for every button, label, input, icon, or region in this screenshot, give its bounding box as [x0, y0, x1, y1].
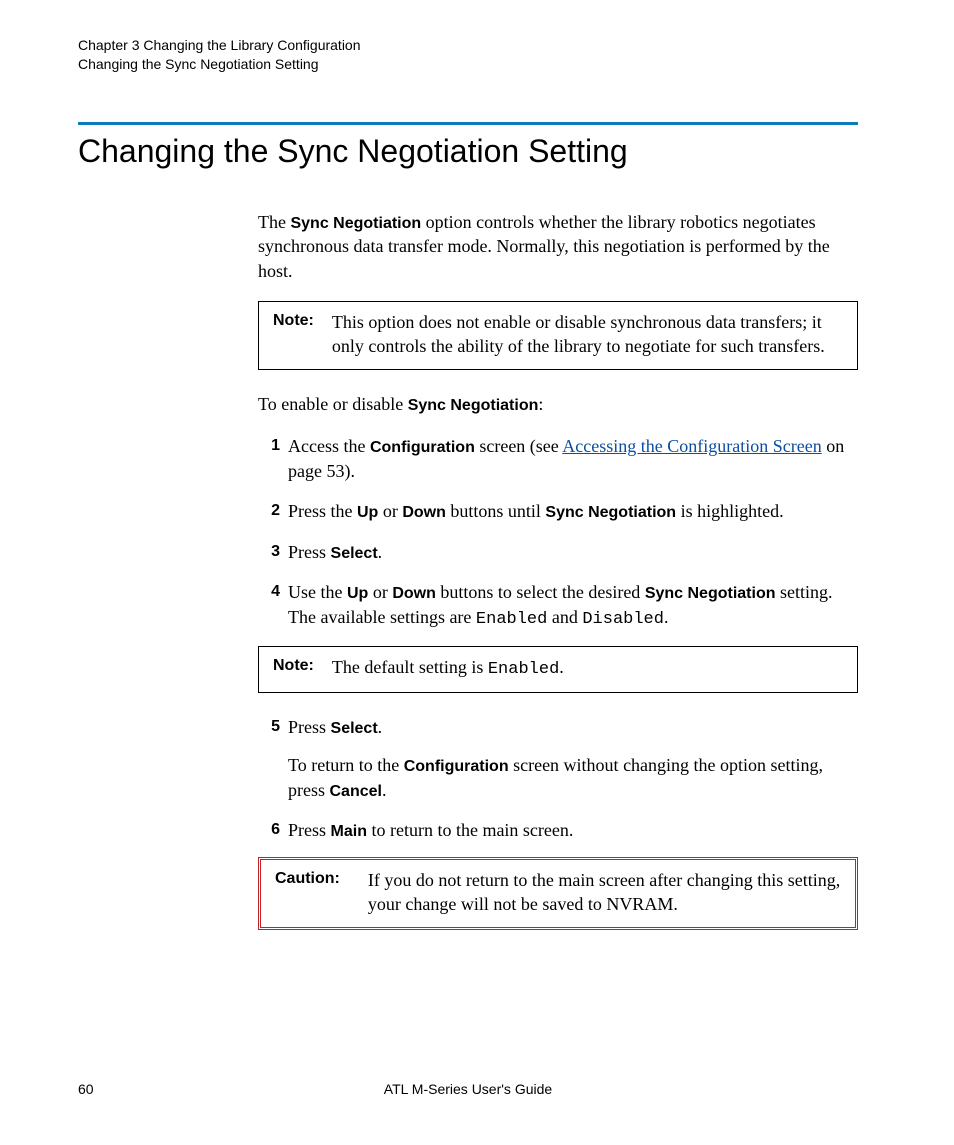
text: To enable or disable: [258, 394, 408, 414]
text: :: [538, 394, 543, 414]
text: Press: [288, 717, 331, 737]
text: Press: [288, 542, 331, 562]
step-1: 1 Access the Configuration screen (see A…: [258, 434, 858, 483]
running-header: Chapter 3 Changing the Library Configura…: [78, 36, 858, 74]
button-up: Up: [347, 585, 368, 602]
step-number: 1: [258, 435, 280, 457]
value-enabled: Enabled: [488, 660, 559, 679]
page-number: 60: [78, 1081, 94, 1097]
text: to return to the main screen.: [367, 820, 573, 840]
step-number: 5: [258, 716, 280, 738]
text: screen (see: [475, 436, 562, 456]
note-box: Note: The default setting is Enabled.: [258, 646, 858, 693]
button-up: Up: [357, 504, 378, 521]
text: or: [368, 582, 392, 602]
term-configuration: Configuration: [404, 758, 509, 775]
header-section: Changing the Sync Negotiation Setting: [78, 55, 858, 74]
step-list: 1 Access the Configuration screen (see A…: [258, 434, 858, 930]
note-box: Note: This option does not enable or dis…: [258, 301, 858, 370]
page-footer: 60 ATL M-Series User's Guide: [78, 1081, 858, 1097]
text: Press: [288, 820, 331, 840]
text: .: [378, 542, 383, 562]
value-enabled: Enabled: [476, 610, 547, 629]
note-label: Note:: [273, 655, 332, 677]
step-number: 4: [258, 581, 280, 603]
button-select: Select: [331, 545, 378, 562]
term-configuration: Configuration: [370, 439, 475, 456]
step-2: 2 Press the Up or Down buttons until Syn…: [258, 499, 858, 524]
section-rule: [78, 122, 858, 125]
value-disabled: Disabled: [582, 610, 664, 629]
note-label: Note:: [273, 310, 332, 332]
body: The Sync Negotiation option controls whe…: [258, 210, 858, 930]
text: .: [382, 780, 387, 800]
lead-in: To enable or disable Sync Negotiation:: [258, 392, 858, 417]
term-sync-negotiation: Sync Negotiation: [645, 585, 776, 602]
step-5: 5 Press Select. To return to the Configu…: [258, 715, 858, 803]
header-chapter: Chapter 3 Changing the Library Configura…: [78, 36, 858, 55]
caution-label: Caution:: [275, 868, 368, 890]
step-6: 6 Press Main to return to the main scree…: [258, 818, 858, 929]
text: buttons until: [446, 501, 546, 521]
step-5-extra: To return to the Configuration screen wi…: [288, 753, 858, 802]
caution-box: Caution: If you do not return to the mai…: [258, 857, 858, 930]
note-text: This option does not enable or disable s…: [332, 310, 843, 359]
step-number: 6: [258, 819, 280, 841]
text: Access the: [288, 436, 370, 456]
term-sync-negotiation: Sync Negotiation: [408, 397, 539, 414]
page: Chapter 3 Changing the Library Configura…: [0, 0, 954, 1145]
link-accessing-config-screen[interactable]: Accessing the Configuration Screen: [562, 436, 821, 456]
text: The: [258, 212, 290, 232]
text: To return to the: [288, 755, 404, 775]
text: and: [547, 607, 582, 627]
step-number: 2: [258, 500, 280, 522]
footer-title: ATL M-Series User's Guide: [78, 1081, 858, 1097]
term-sync-negotiation: Sync Negotiation: [545, 504, 676, 521]
section-title: Changing the Sync Negotiation Setting: [78, 133, 858, 170]
button-cancel: Cancel: [330, 783, 382, 800]
text: buttons to select the desired: [436, 582, 645, 602]
step-4: 4 Use the Up or Down buttons to select t…: [258, 580, 858, 692]
intro-paragraph: The Sync Negotiation option controls whe…: [258, 210, 858, 283]
note-text: The default setting is Enabled.: [332, 655, 843, 682]
caution-text: If you do not return to the main screen …: [368, 868, 841, 917]
text: The default setting is: [332, 657, 488, 677]
button-select: Select: [331, 720, 378, 737]
text: Use the: [288, 582, 347, 602]
text: is highlighted.: [676, 501, 784, 521]
text: .: [559, 657, 564, 677]
button-down: Down: [392, 585, 436, 602]
text: Press the: [288, 501, 357, 521]
step-number: 3: [258, 541, 280, 563]
text: or: [378, 501, 402, 521]
text: .: [378, 717, 383, 737]
step-3: 3 Press Select.: [258, 540, 858, 565]
text: .: [664, 607, 669, 627]
term-sync-negotiation: Sync Negotiation: [290, 215, 421, 232]
button-main: Main: [331, 823, 367, 840]
button-down: Down: [402, 504, 446, 521]
